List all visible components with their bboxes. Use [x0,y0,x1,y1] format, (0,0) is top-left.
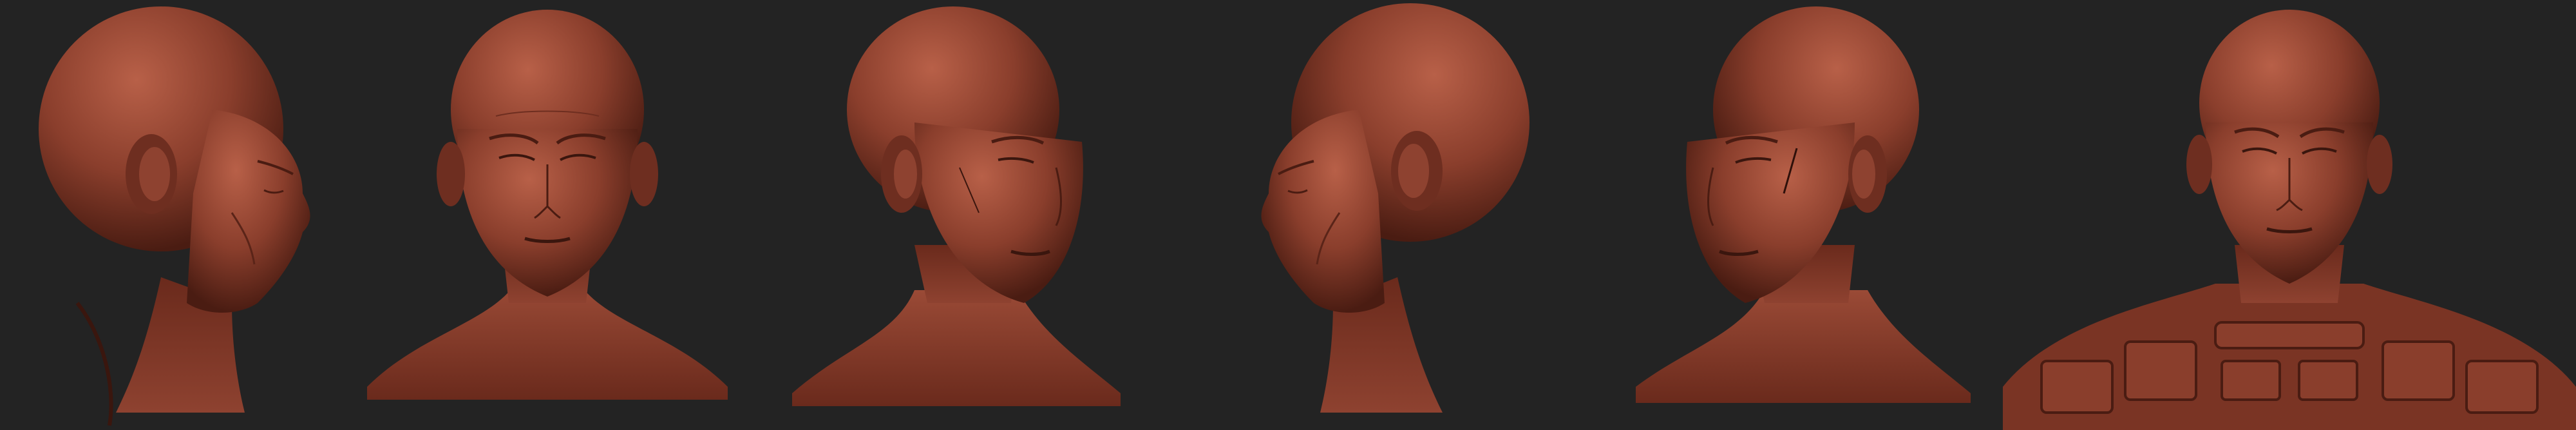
three-quarter-left-view [1623,0,1984,430]
right-profile-view [1230,0,1565,430]
left-profile-view [0,0,361,430]
front-armored-view [2003,0,2576,430]
front-view [341,0,753,430]
three-quarter-right-view [786,0,1133,430]
sculpt-turnaround-canvas [0,0,2576,430]
